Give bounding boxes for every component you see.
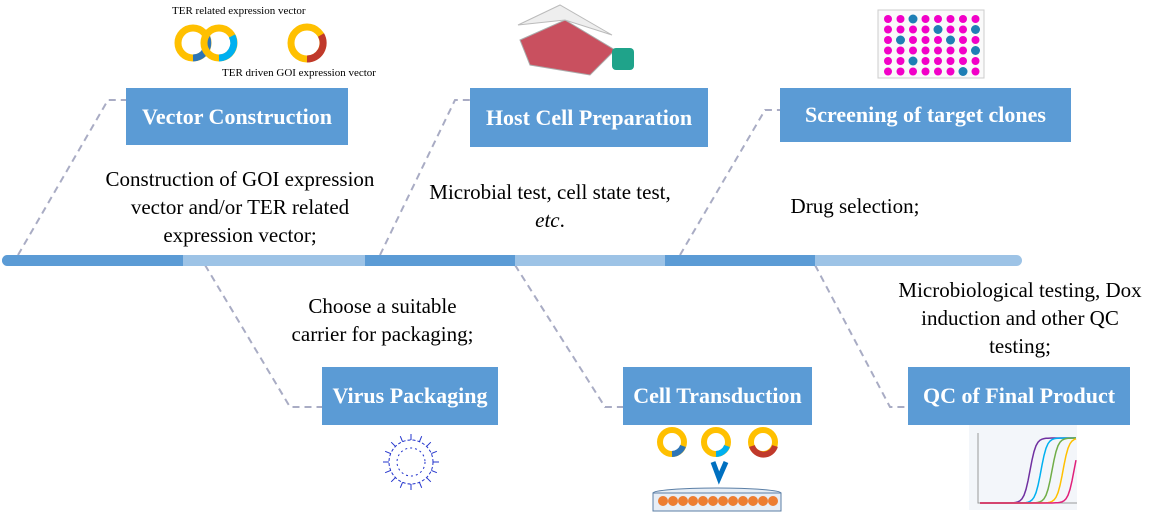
cell	[718, 496, 728, 506]
well	[909, 46, 917, 55]
transduction-icon	[652, 427, 782, 512]
well	[971, 15, 980, 23]
cell	[748, 496, 758, 506]
cell	[768, 496, 778, 506]
well	[909, 25, 917, 34]
virus-spike	[399, 482, 404, 489]
virus-spike	[390, 441, 396, 447]
well	[908, 14, 918, 24]
cell	[738, 496, 748, 506]
virus-spike	[399, 435, 404, 442]
virus-spike	[426, 441, 432, 447]
well	[884, 67, 892, 76]
well	[946, 46, 955, 55]
well	[971, 25, 980, 34]
step-cell-transduction: Cell Transduction	[623, 367, 812, 425]
well	[946, 57, 955, 65]
well	[896, 35, 905, 45]
well	[921, 46, 930, 55]
well	[959, 46, 967, 55]
plasmid-icons-top	[174, 23, 327, 63]
well	[908, 56, 918, 66]
cell	[668, 496, 678, 506]
desc-qc: Microbiological testing, Dox induction a…	[898, 278, 1142, 358]
cell	[758, 496, 768, 506]
step-screening: Screening of target clones	[780, 88, 1071, 142]
well	[934, 36, 942, 44]
cell-flask-icon	[517, 4, 634, 76]
well	[921, 67, 930, 76]
cell	[658, 496, 668, 506]
well	[921, 36, 930, 44]
desc-host: Microbial test, cell state test, etc.	[429, 180, 671, 232]
well	[959, 25, 967, 34]
timeline	[2, 255, 1022, 266]
well	[921, 57, 930, 65]
well	[934, 15, 942, 23]
virus-spike	[431, 450, 438, 455]
well	[934, 67, 942, 76]
well	[921, 25, 930, 34]
well	[933, 25, 943, 34]
desc-virus: Choose a suitable carrier for packaging;	[291, 294, 474, 346]
cell	[698, 496, 708, 506]
virus-spike	[418, 435, 423, 442]
well	[896, 15, 905, 23]
well	[971, 57, 980, 65]
virus-spike	[426, 477, 432, 483]
virus-spike	[384, 450, 391, 455]
cell	[688, 496, 698, 506]
well	[946, 15, 955, 23]
cell	[708, 496, 718, 506]
virus-spike	[390, 477, 396, 483]
well	[896, 25, 905, 34]
well	[921, 15, 930, 23]
label-ter-driven-vector: TER driven GOI expression vector	[222, 67, 376, 79]
well-plate-icon	[877, 9, 985, 79]
label-ter-related-vector: TER related expression vector	[172, 5, 306, 17]
well	[946, 67, 955, 76]
desc-screening: Drug selection;	[790, 194, 920, 218]
well	[946, 35, 955, 45]
workflow-diagram: TER related expression vector TER driven…	[0, 0, 1150, 522]
connector-transduction	[514, 264, 623, 408]
virus-icon	[383, 434, 439, 490]
step-host-cell-preparation: Host Cell Preparation	[470, 88, 708, 147]
cell	[728, 496, 738, 506]
well	[971, 67, 980, 76]
well	[896, 67, 905, 76]
well	[958, 67, 968, 76]
well	[884, 15, 892, 23]
well	[909, 36, 917, 44]
well	[959, 15, 967, 23]
well	[884, 57, 892, 65]
virus-spike	[384, 469, 391, 474]
well	[934, 46, 942, 55]
desc-vector: Construction of GOI expression vector an…	[105, 167, 375, 247]
step-qc-final-product: QC of Final Product	[908, 367, 1130, 425]
well	[946, 25, 955, 34]
connectors	[17, 99, 908, 408]
well	[959, 36, 967, 44]
well	[884, 25, 892, 34]
well	[896, 57, 905, 65]
well	[884, 36, 892, 44]
qc-curve-chart-icon	[969, 425, 1077, 510]
well	[934, 57, 942, 65]
well	[896, 46, 905, 55]
step-vector-construction: Vector Construction	[126, 88, 348, 145]
well	[971, 46, 980, 55]
cell	[678, 496, 688, 506]
well	[971, 36, 980, 44]
step-virus-packaging: Virus Packaging	[322, 367, 498, 425]
virus-spike	[431, 469, 438, 474]
well	[884, 46, 892, 55]
virus-spike	[418, 482, 423, 489]
well	[909, 67, 917, 76]
diagram-graphics	[2, 4, 1077, 512]
well	[959, 57, 967, 65]
